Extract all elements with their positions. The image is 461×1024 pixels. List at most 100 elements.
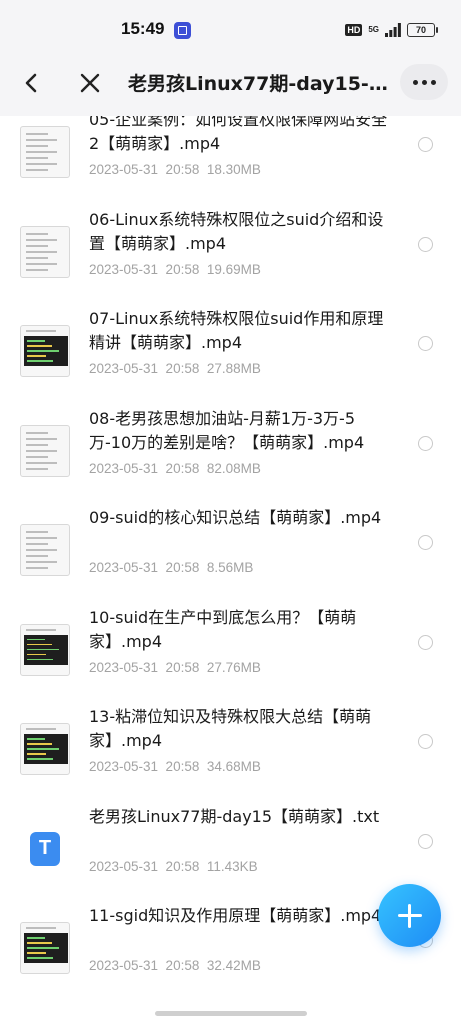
- file-list-item[interactable]: 13-粘滞位知识及特殊权限大总结【萌萌家】.mp4 2023-05-31 20:5…: [0, 705, 461, 804]
- video-thumbnail: [20, 922, 70, 974]
- hd-badge: HD: [345, 24, 363, 36]
- file-size: 27.88MB: [206, 361, 261, 376]
- back-button[interactable]: [16, 67, 48, 99]
- meta-spacer: [199, 361, 207, 376]
- thumbnail-line: [26, 467, 48, 470]
- terminal-line: [27, 350, 59, 352]
- file-date: 2023-05-31 20:58: [89, 560, 200, 575]
- meta-spacer: [199, 859, 207, 874]
- thumbnail-line: [26, 531, 48, 533]
- file-date: 2023-05-31 20:58: [89, 759, 200, 774]
- terminal-line: [27, 360, 53, 362]
- file-date: 2023-05-31 20:58: [89, 858, 200, 874]
- file-date: 2023-05-31 20:58: [89, 460, 200, 476]
- select-radio[interactable]: [418, 734, 433, 749]
- thumbnail-line: [26, 555, 48, 557]
- text-document-icon: T: [30, 831, 60, 866]
- file-list: 05-企业案例：如何设置权限保障网站安全2【萌萌家】.mp4 2023-05-31…: [0, 116, 461, 1012]
- file-meta: 2023-05-31 20:58 19.69MB: [89, 262, 261, 277]
- video-thumbnail: [20, 325, 70, 377]
- thumbnail-line: [26, 543, 48, 545]
- terminal-preview: [24, 634, 68, 665]
- thumbnail-line: [26, 437, 57, 440]
- file-list-item[interactable]: 06-Linux系统特殊权限位之suid介绍和设置【萌萌家】.mp4 2023-0…: [0, 208, 461, 307]
- thumbnail-line: [26, 262, 57, 265]
- thumbnail-line: [26, 537, 57, 539]
- terminal-preview: [24, 734, 68, 764]
- file-name: 10-suid在生产中到底怎么用？【萌萌家】.mp4: [89, 607, 357, 651]
- thumbnail-line: [26, 139, 57, 141]
- file-list-item[interactable]: 10-suid在生产中到底怎么用？【萌萌家】.mp4 2023-05-31 20:…: [0, 606, 461, 705]
- file-meta: 2023-05-31 20:58 27.88MB: [89, 361, 261, 376]
- thumbnail-line: [26, 330, 56, 332]
- home-indicator[interactable]: [155, 1011, 307, 1016]
- file-meta: 2023-05-31 20:58 32.42MB: [89, 958, 261, 973]
- meta-spacer: [199, 262, 207, 277]
- terminal-line: [27, 340, 45, 342]
- terminal-line: [27, 957, 53, 959]
- add-fab-button[interactable]: [378, 884, 441, 947]
- file-size: 11.43KB: [206, 858, 258, 874]
- video-thumbnail: [20, 623, 70, 676]
- meta-spacer: [199, 162, 207, 177]
- file-size: 34.68MB: [206, 759, 261, 774]
- thumbnail-line: [26, 728, 56, 730]
- file-date: 2023-05-31 20:58: [89, 361, 200, 376]
- thumbnail-line: [26, 244, 48, 247]
- select-radio[interactable]: [418, 535, 433, 550]
- more-dot: [430, 79, 436, 85]
- chevron-left-icon: [25, 73, 37, 93]
- file-meta: 2023-05-31 20:58 27.76MB: [89, 660, 261, 675]
- more-horizontal-icon: [412, 79, 418, 85]
- file-name: 05-企业案例：如何设置权限保障网站安全2【萌萌家】.mp4: [89, 116, 388, 153]
- file-name: 08-老男孩思想加油站-月薪1万-3万-5万-10万的差别是啥？【萌萌家】.mp…: [89, 408, 365, 452]
- status-indicators: HD 5G 70: [345, 20, 438, 40]
- close-button[interactable]: [74, 67, 106, 99]
- more-dot: [421, 79, 427, 85]
- thumbnail-line: [26, 561, 57, 563]
- thumbnail-line: [26, 567, 48, 569]
- file-list-item[interactable]: 05-企业案例：如何设置权限保障网站安全2【萌萌家】.mp4 2023-05-31…: [0, 116, 461, 207]
- thumbnail-line: [26, 927, 56, 929]
- video-thumbnail: [20, 723, 70, 775]
- select-radio[interactable]: [418, 236, 433, 252]
- terminal-preview: [24, 336, 68, 366]
- meta-spacer: [199, 560, 207, 575]
- file-list-item[interactable]: 08-老男孩思想加油站-月薪1万-3万-5万-10万的差别是啥？【萌萌家】.mp…: [0, 407, 461, 506]
- terminal-line: [27, 942, 52, 944]
- terminal-line: [27, 758, 53, 760]
- video-thumbnail: [20, 524, 70, 576]
- select-radio[interactable]: [418, 634, 433, 650]
- battery-icon: 70: [407, 23, 438, 37]
- thumbnail-line: [26, 232, 48, 235]
- file-size: 82.08MB: [206, 460, 261, 476]
- status-bar: 15:49 HD 5G 70: [0, 0, 461, 50]
- thumbnail-line: [26, 628, 56, 631]
- file-size: 19.69MB: [206, 261, 261, 277]
- thumbnail-line: [26, 455, 48, 458]
- file-size: 27.76MB: [206, 659, 261, 675]
- thumbnail-line: [26, 151, 57, 153]
- thumbnail-line: [26, 250, 57, 253]
- file-list-item[interactable]: 07-Linux系统特殊权限位suid作用和原理精讲【萌萌家】.mp4 2023-…: [0, 307, 461, 406]
- terminal-line: [27, 952, 46, 954]
- plus-icon-stroke: [408, 903, 411, 928]
- select-radio[interactable]: [418, 833, 433, 849]
- file-list-item[interactable]: 09-suid的核心知识总结【萌萌家】.mp4 2023-05-31 20:58 …: [0, 506, 461, 605]
- txt-file-icon: T: [20, 823, 70, 875]
- terminal-line: [27, 653, 46, 655]
- terminal-line: [27, 743, 52, 745]
- thumbnail-line: [26, 461, 57, 464]
- video-thumbnail: [20, 126, 70, 178]
- meta-spacer: [199, 958, 207, 973]
- select-radio[interactable]: [418, 336, 433, 351]
- terminal-line: [27, 643, 52, 645]
- select-radio[interactable]: [418, 435, 433, 451]
- select-radio[interactable]: [418, 137, 433, 152]
- thumbnail-line: [26, 256, 48, 259]
- more-button[interactable]: [400, 64, 448, 100]
- file-size: 32.42MB: [206, 958, 261, 973]
- file-size: 8.56MB: [206, 560, 254, 575]
- status-time: 15:49: [121, 19, 165, 38]
- terminal-line: [27, 753, 46, 755]
